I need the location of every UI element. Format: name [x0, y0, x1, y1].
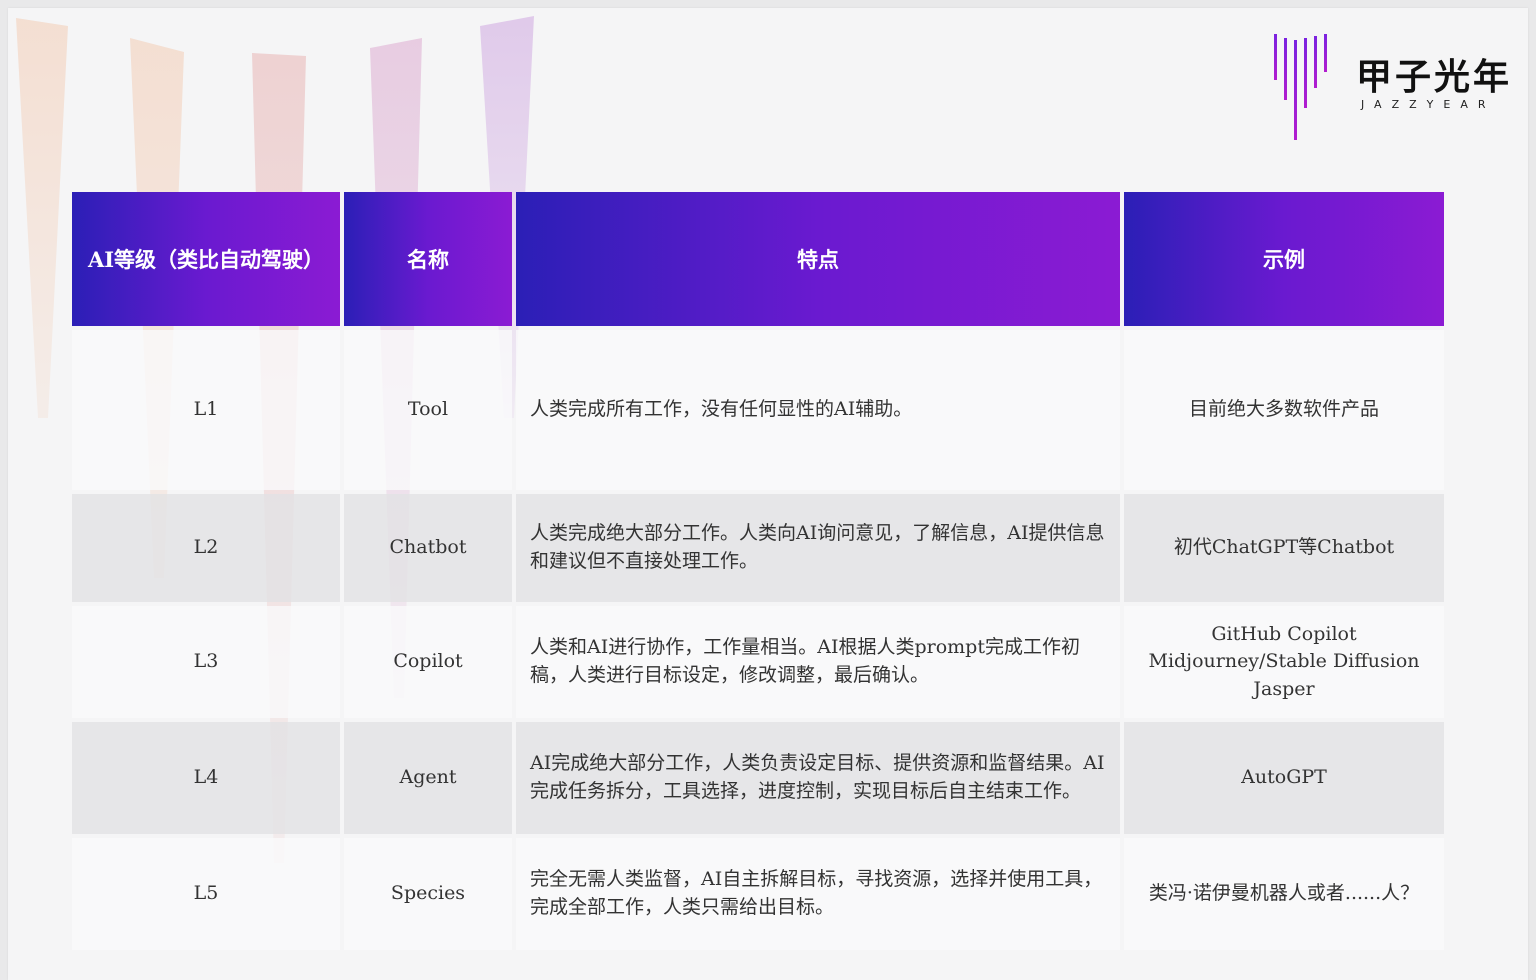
cell-level: L4	[72, 722, 340, 834]
cell-feature: 完全无需人类监督，AI自主拆解目标，寻找资源，选择并使用工具，完成全部工作，人类…	[516, 838, 1120, 950]
cell-example: AutoGPT	[1124, 722, 1444, 834]
table-row: L1 Tool 人类完成所有工作，没有任何显性的AI辅助。 目前绝大多数软件产品	[72, 330, 1444, 490]
cell-example: 初代ChatGPT等Chatbot	[1124, 494, 1444, 602]
header-name: 名称	[344, 192, 512, 326]
cell-level: L1	[72, 330, 340, 490]
cell-name: Tool	[344, 330, 512, 490]
cell-level: L5	[72, 838, 340, 950]
logo-wordmark: 甲子光年	[1356, 57, 1513, 98]
table-row: L2 Chatbot 人类完成绝大部分工作。人类向AI询问意见，了解信息，AI提…	[72, 494, 1444, 602]
cell-feature: 人类完成绝大部分工作。人类向AI询问意见，了解信息，AI提供信息和建议但不直接处…	[516, 494, 1120, 602]
header-feature: 特点	[516, 192, 1120, 326]
ai-level-table: AI等级（类比自动驾驶） 名称 特点 示例 L1 Tool 人类完成所有工作，没…	[68, 188, 1448, 954]
cell-example: 目前绝大多数软件产品	[1124, 330, 1444, 490]
cell-feature: 人类和AI进行协作，工作量相当。AI根据人类prompt完成工作初稿，人类进行目…	[516, 606, 1120, 718]
cell-name: Agent	[344, 722, 512, 834]
cell-example: 类冯·诺伊曼机器人或者......人？	[1124, 838, 1444, 950]
cell-example: GitHub Copilot Midjourney/Stable Diffusi…	[1124, 606, 1444, 718]
logo-subtitle: JAZZYEAR	[1361, 98, 1496, 111]
cell-name: Chatbot	[344, 494, 512, 602]
cell-feature: 人类完成所有工作，没有任何显性的AI辅助。	[516, 330, 1120, 490]
cell-name: Copilot	[344, 606, 512, 718]
ribbon-1	[16, 18, 68, 418]
table-row: L5 Species 完全无需人类监督，AI自主拆解目标，寻找资源，选择并使用工…	[72, 838, 1444, 950]
slide: 甲子光年 JAZZYEAR AI等级（类比自动驾驶） 名称 特点 示例 L1 T…	[8, 8, 1528, 980]
table-row: L4 Agent AI完成绝大部分工作，人类负责设定目标、提供资源和监督结果。A…	[72, 722, 1444, 834]
cell-name: Species	[344, 838, 512, 950]
cell-level: L3	[72, 606, 340, 718]
cell-level: L2	[72, 494, 340, 602]
table-row: L3 Copilot 人类和AI进行协作，工作量相当。AI根据人类prompt完…	[72, 606, 1444, 718]
table-header-row: AI等级（类比自动驾驶） 名称 特点 示例	[72, 192, 1444, 326]
header-level: AI等级（类比自动驾驶）	[72, 192, 340, 326]
cell-feature: AI完成绝大部分工作，人类负责设定目标、提供资源和监督结果。AI完成任务拆分，工…	[516, 722, 1120, 834]
header-example: 示例	[1124, 192, 1444, 326]
